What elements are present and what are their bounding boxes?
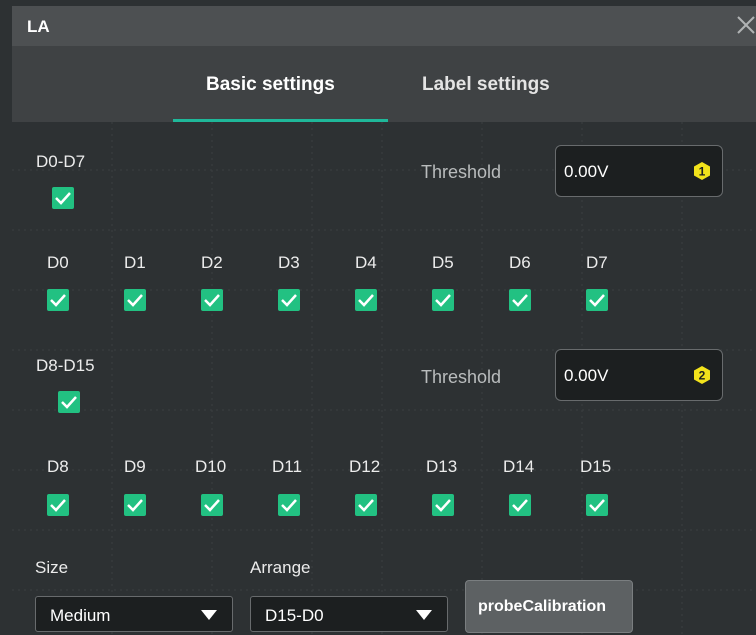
chevron-down-icon [416,610,432,620]
tab-bar: Basic settings Label settings [12,46,756,122]
title-bar: LA [12,6,756,46]
threshold-1-value: 0.00V [564,162,609,181]
checkmark-icon [589,499,605,512]
probe-calibration-button[interactable]: probeCalibration [465,580,633,633]
chevron-down-icon [201,610,217,620]
threshold-2-value: 0.00V [564,366,609,385]
channel-d0-label: D0 [47,253,69,272]
group-d8-d15-label: D8-D15 [36,356,95,375]
channel-d9-checkbox[interactable] [124,494,146,516]
channel-d7-label: D7 [586,253,608,272]
channel-d15-label: D15 [580,457,612,476]
checkmark-icon [61,396,77,409]
checkmark-icon [281,499,297,512]
channel-d4-checkbox[interactable] [355,289,377,311]
channel-d8-checkbox[interactable] [47,494,69,516]
channel-d12-checkbox[interactable] [355,494,377,516]
close-icon[interactable] [734,12,756,38]
window-title: LA [27,17,50,36]
checkmark-icon [512,499,528,512]
channel-d2-label: D2 [201,253,223,272]
channel-d10-label: D10 [195,457,227,476]
checkmark-icon [127,294,143,307]
checkmark-icon [435,499,451,512]
badge-2-icon: 2 [694,366,710,384]
channel-d11-checkbox[interactable] [278,494,300,516]
channel-d4-label: D4 [355,253,377,272]
tab-label-settings[interactable]: Label settings [422,74,550,96]
checkmark-icon [127,499,143,512]
size-select[interactable]: Medium [35,596,233,632]
channel-d5-label: D5 [432,253,454,272]
arrange-value: D15-D0 [265,606,324,625]
checkmark-icon [281,294,297,307]
threshold-1-label: Threshold [421,162,502,182]
channel-d0-checkbox[interactable] [47,289,69,311]
channel-d7-checkbox[interactable] [586,289,608,311]
channel-d11-label: D11 [272,457,302,476]
channel-d6-checkbox[interactable] [509,289,531,311]
channel-d13-label: D13 [426,457,458,476]
channel-d6-label: D6 [509,253,531,272]
svg-text:2: 2 [699,369,706,383]
channel-d5-checkbox[interactable] [432,289,454,311]
group-d0-d7-checkbox[interactable] [52,187,74,209]
channel-d15-checkbox[interactable] [586,494,608,516]
threshold-2-label: Threshold [421,367,502,387]
channel-d9-label: D9 [124,457,146,476]
arrange-select[interactable]: D15-D0 [250,596,448,632]
checkmark-icon [435,294,451,307]
channel-d3-checkbox[interactable] [278,289,300,311]
checkmark-icon [55,192,71,205]
threshold-1-input[interactable]: 0.00V 1 [555,145,723,197]
badge-1-icon: 1 [694,162,710,180]
channel-d8-label: D8 [47,457,69,476]
channel-d13-checkbox[interactable] [432,494,454,516]
channel-d12-label: D12 [349,457,381,476]
channel-d1-checkbox[interactable] [124,289,146,311]
tab-basic-settings[interactable]: Basic settings [206,74,335,96]
channel-d10-checkbox[interactable] [201,494,223,516]
checkmark-icon [512,294,528,307]
checkmark-icon [589,294,605,307]
channel-d2-checkbox[interactable] [201,289,223,311]
checkmark-icon [50,499,66,512]
channel-d14-label: D14 [503,457,535,476]
checkmark-icon [50,294,66,307]
checkmark-icon [358,499,374,512]
checkmark-icon [204,294,220,307]
group-d0-d7-label: D0-D7 [36,152,86,171]
channel-d1-label: D1 [124,253,146,272]
threshold-2-input[interactable]: 0.00V 2 [555,349,723,401]
channel-d14-checkbox[interactable] [509,494,531,516]
group-d8-d15-checkbox[interactable] [58,391,80,413]
checkmark-icon [204,499,220,512]
svg-text:1: 1 [699,165,706,179]
channel-d3-label: D3 [278,253,300,272]
size-label: Size [35,558,69,577]
probe-calibration-label: probeCalibration [478,598,607,615]
checkmark-icon [358,294,374,307]
arrange-label: Arrange [250,558,311,577]
size-value: Medium [50,606,111,625]
